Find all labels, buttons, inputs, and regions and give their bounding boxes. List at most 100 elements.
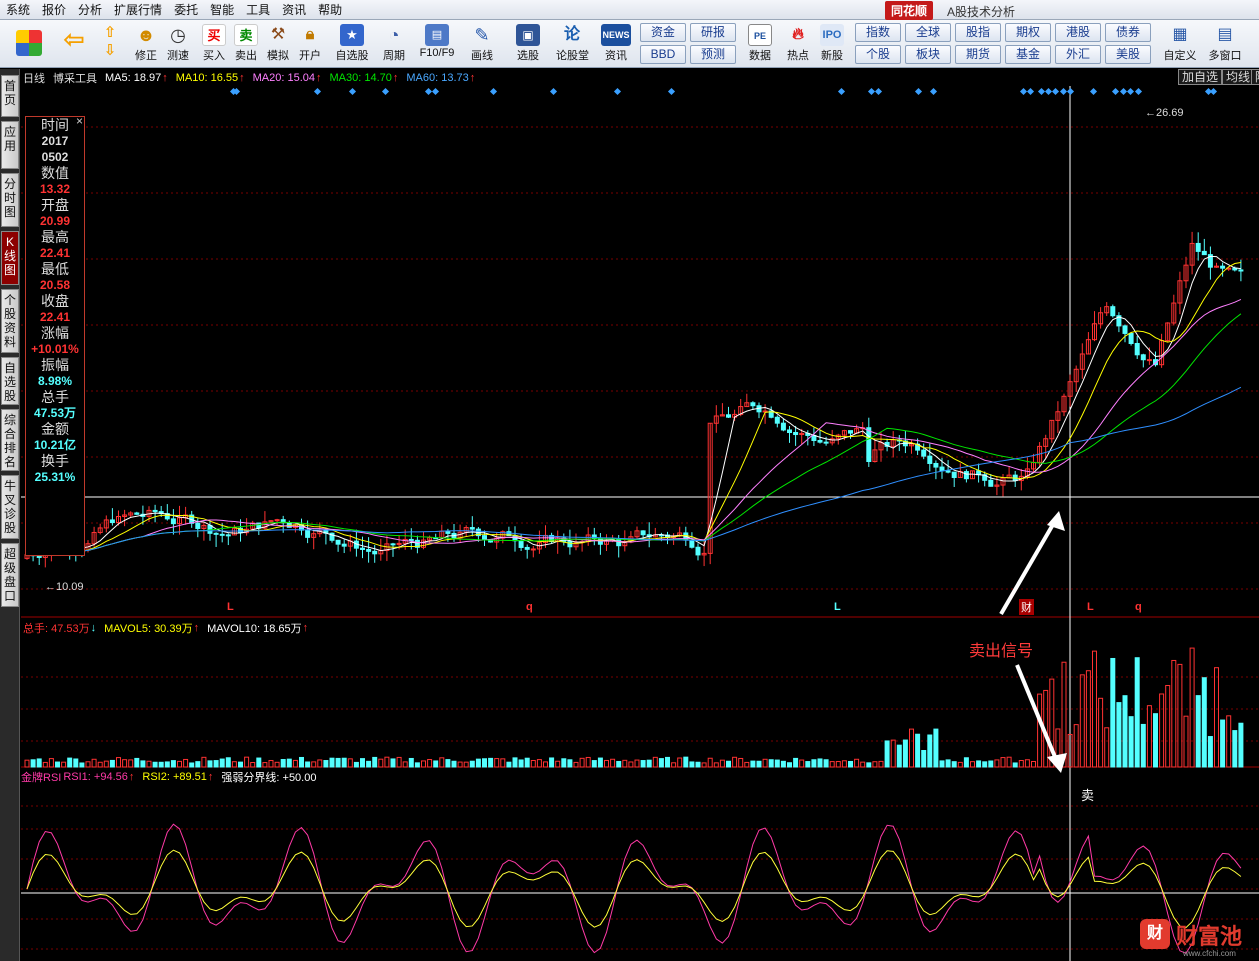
volume-bar-109	[689, 761, 695, 768]
back-arrow-icon[interactable]: ⇦	[58, 22, 90, 66]
index-button[interactable]: 指数	[855, 23, 901, 42]
watermark-url: www.cfchi.com	[1183, 949, 1236, 958]
volume-bar-139	[872, 761, 878, 768]
signal-diamond-9	[613, 87, 622, 96]
signal-diamond-20	[1051, 87, 1060, 96]
candle-196	[1220, 265, 1226, 269]
tab-kline[interactable]: K线图	[1, 231, 19, 285]
menu-tools[interactable]: 工具	[240, 0, 276, 20]
multi-window-button[interactable]: ▤ 多窗口	[1205, 22, 1245, 66]
tab-home[interactable]: 首页	[1, 75, 19, 117]
global-button[interactable]: 全球	[905, 23, 951, 42]
menubar: 系统 报价 分析 扩展行情 委托 智能 工具 资讯 帮助 同花顺 A股技术分析	[0, 0, 1259, 20]
forex-button[interactable]: 外汇	[1055, 45, 1101, 64]
period-button[interactable]: ◔ 周期	[378, 22, 410, 66]
tool-label[interactable]: 博采工具	[53, 70, 97, 86]
menu-system[interactable]: 系统	[0, 0, 36, 20]
close-icon[interactable]: ×	[76, 114, 83, 128]
chart-type-label[interactable]: 日线	[23, 70, 45, 86]
add-watchlist-button[interactable]: 加自选	[1178, 69, 1223, 85]
candle-147	[921, 449, 927, 457]
rsi-legend: 金牌RSI RSI1: +94.56 ↑ RSI2: +89.51 ↑ 强弱分界线:…	[21, 770, 317, 784]
fix-button[interactable]: ☻ 修正	[130, 22, 162, 66]
volume-bar-79	[506, 761, 512, 768]
f10-button[interactable]: ▤ F10/F9	[414, 22, 460, 66]
ipo-button[interactable]: IPO 新股	[816, 22, 848, 66]
bbd-button[interactable]: BBD	[640, 45, 686, 64]
news-button[interactable]: NEWS 资讯	[600, 22, 632, 66]
tab-ranking[interactable]: 综合排名	[1, 409, 19, 471]
tab-apps[interactable]: 应用	[1, 121, 19, 169]
volume-bar-18	[134, 757, 140, 768]
forecast-button[interactable]: 预测	[690, 45, 736, 64]
signal-diamond-15	[929, 87, 938, 96]
forum-button[interactable]: 论论股堂	[556, 22, 589, 66]
simulate-button[interactable]: ⚒ 模拟	[262, 22, 294, 66]
signal-diamond-7	[489, 87, 498, 96]
customize-button[interactable]: ▦ 自定义	[1160, 22, 1200, 66]
volume-bar-137	[860, 761, 866, 768]
sector-button[interactable]: 板块	[905, 45, 951, 64]
open-account-button[interactable]: 🔒︎ 开户	[294, 22, 326, 66]
capital-button[interactable]: 资金	[640, 23, 686, 42]
menu-extended[interactable]: 扩展行情	[108, 0, 168, 20]
hot-button[interactable]: 🔥︎ 热点	[782, 22, 814, 66]
color-grid-icon[interactable]	[12, 22, 46, 66]
volume-bar-10	[85, 761, 91, 768]
extra-tab[interactable]: 陈	[1251, 69, 1259, 85]
menu-smart[interactable]: 智能	[204, 0, 240, 20]
volume-bar-128	[805, 761, 811, 768]
stock-index-button[interactable]: 股指	[955, 23, 1001, 42]
avg-line-button[interactable]: 均线	[1222, 69, 1255, 85]
tab-profile[interactable]: 个股资料	[1, 289, 19, 353]
options-button[interactable]: 期权	[1005, 23, 1051, 42]
volume-bar-106	[671, 762, 677, 768]
menu-help[interactable]: 帮助	[312, 0, 348, 20]
fund-button[interactable]: 基金	[1005, 45, 1051, 64]
tab-diagnosis[interactable]: 牛叉诊股	[1, 475, 19, 539]
menu-quote[interactable]: 报价	[36, 0, 72, 20]
signal-diamond-11	[837, 87, 846, 96]
buy-button[interactable]: 买买入	[198, 22, 230, 66]
menu-news[interactable]: 资讯	[276, 0, 312, 20]
volume-bar-47	[311, 761, 317, 768]
stock-picker-button[interactable]: ▣ 选股	[512, 22, 544, 66]
data-button[interactable]: PE 数据	[744, 22, 776, 66]
sell-button[interactable]: 卖卖出	[230, 22, 262, 66]
speed-test-button[interactable]: ◷ 测速	[162, 22, 194, 66]
info-value-0: 2017 0502	[41, 134, 69, 164]
info-key-5: 收盘	[41, 293, 69, 309]
futures-button[interactable]: 期货	[955, 45, 1001, 64]
draw-line-button[interactable]: ✎ 画线	[466, 22, 498, 66]
research-button[interactable]: 研报	[690, 23, 736, 42]
kline-chart-area[interactable]: 日线 博采工具 MA5: 18.97 ↑ MA10: 16.55 ↑ MA20: 1…	[21, 69, 1259, 961]
hk-stock-button[interactable]: 港股	[1055, 23, 1101, 42]
tab-intraday[interactable]: 分时图	[1, 173, 19, 227]
volume-bar-178	[1110, 657, 1116, 768]
finance-marker[interactable]: 财	[1019, 599, 1034, 615]
menu-analysis[interactable]: 分析	[72, 0, 108, 20]
volume-bar-133	[835, 761, 841, 768]
bond-button[interactable]: 债券	[1105, 23, 1151, 42]
volume-bar-95	[604, 759, 609, 768]
info-value-9: 10.21亿	[33, 438, 77, 452]
volume-bar-65	[421, 760, 426, 768]
volume-bar-172	[1073, 724, 1079, 768]
rsi2-label: RSI2: +89.51	[142, 770, 207, 783]
chart-canvas[interactable]	[21, 69, 1259, 961]
tab-orderbook[interactable]: 超级盘口	[1, 543, 19, 607]
volume-bar-71	[457, 761, 463, 768]
candle-199	[1238, 269, 1244, 272]
volume-bar-48	[317, 759, 323, 768]
volume-bar-66	[427, 759, 433, 768]
volume-bar-156	[976, 760, 982, 768]
menu-delegate[interactable]: 委托	[168, 0, 204, 20]
tab-watchlist[interactable]: 自选股	[1, 357, 19, 405]
stock-button[interactable]: 个股	[855, 45, 901, 64]
watchlist-button[interactable]: ★ 自选股	[332, 22, 372, 66]
candle-126	[793, 431, 799, 436]
us-stock-button[interactable]: 美股	[1105, 45, 1151, 64]
up-down-icon[interactable]: ⇧ ⇩	[100, 22, 120, 66]
volume-bar-199	[1238, 722, 1244, 768]
ma5-label: MA5: 18.97	[105, 71, 162, 84]
